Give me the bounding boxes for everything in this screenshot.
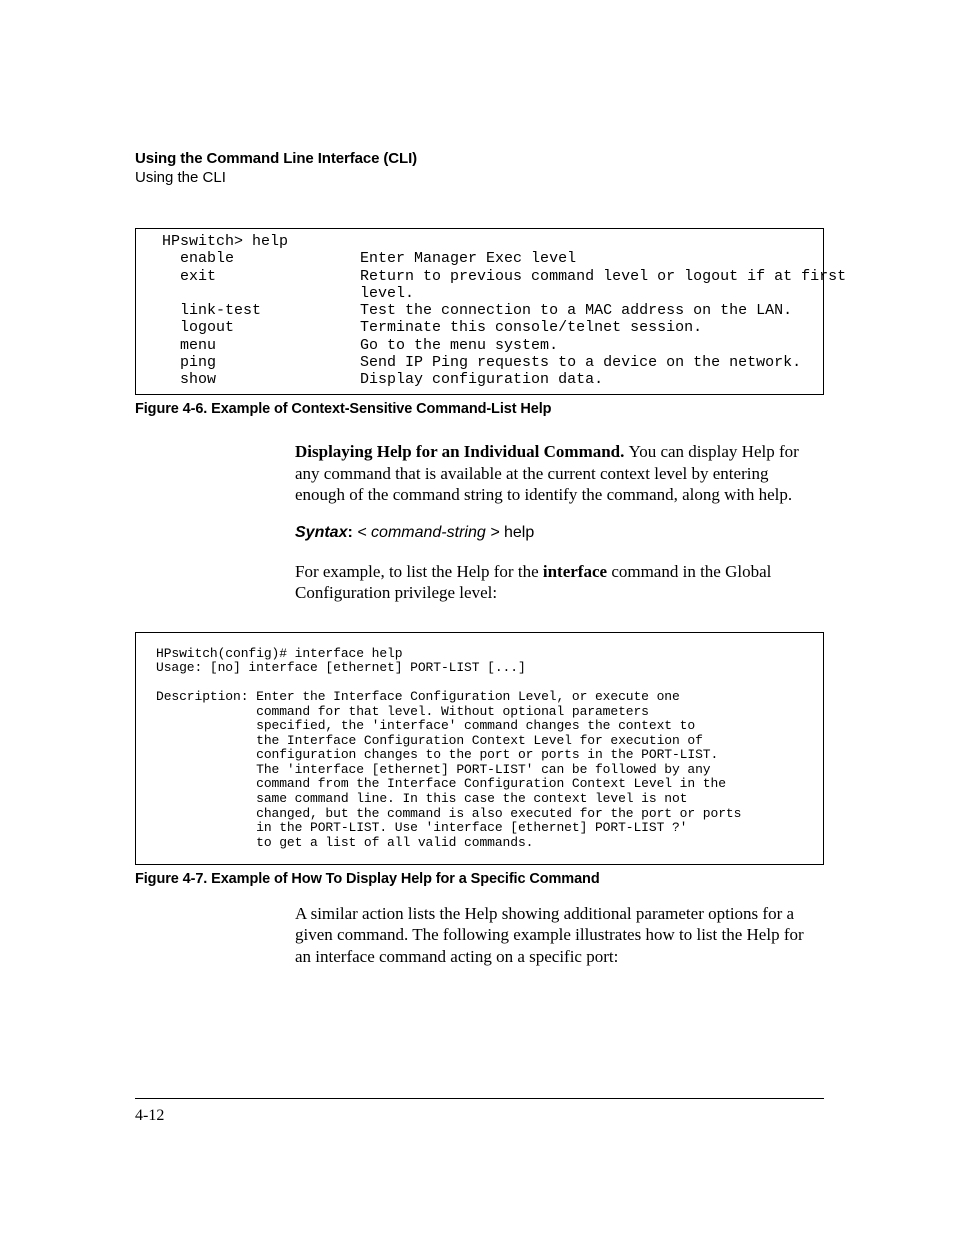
keyword-interface: interface — [543, 562, 607, 581]
terminal-output-box-1: HPswitch> help enable Enter Manager Exec… — [135, 228, 824, 395]
terminal-output-box-2: HPswitch(config)# interface help Usage: … — [135, 632, 824, 866]
header-subtitle: Using the CLI — [135, 169, 824, 186]
syntax-colon: : — [347, 524, 357, 541]
syntax-arg: < command-string > — [357, 524, 499, 541]
syntax-label: Syntax — [295, 524, 347, 541]
footer-rule — [135, 1098, 824, 1099]
syntax-help: help — [500, 524, 535, 541]
paragraph-displaying-help: Displaying Help for an Individual Comman… — [295, 441, 816, 505]
paragraph-example-intro: For example, to list the Help for the in… — [295, 561, 816, 604]
syntax-line: Syntax: < command-string > help — [295, 523, 816, 543]
figure-caption-4-7: Figure 4-7. Example of How To Display He… — [135, 871, 824, 887]
figure-caption-4-6: Figure 4-6. Example of Context-Sensitive… — [135, 401, 824, 417]
paragraph-followup: A similar action lists the Help showing … — [295, 903, 816, 967]
page-number: 4-12 — [135, 1107, 164, 1125]
run-in-heading: Displaying Help for an Individual Comman… — [295, 442, 629, 461]
header-title: Using the Command Line Interface (CLI) — [135, 150, 824, 167]
para2-pre: For example, to list the Help for the — [295, 562, 543, 581]
body-text: Displaying Help for an Individual Comman… — [295, 441, 816, 603]
body-text-2: A similar action lists the Help showing … — [295, 903, 816, 967]
page: Using the Command Line Interface (CLI) U… — [0, 0, 954, 1235]
running-header: Using the Command Line Interface (CLI) U… — [135, 150, 824, 186]
